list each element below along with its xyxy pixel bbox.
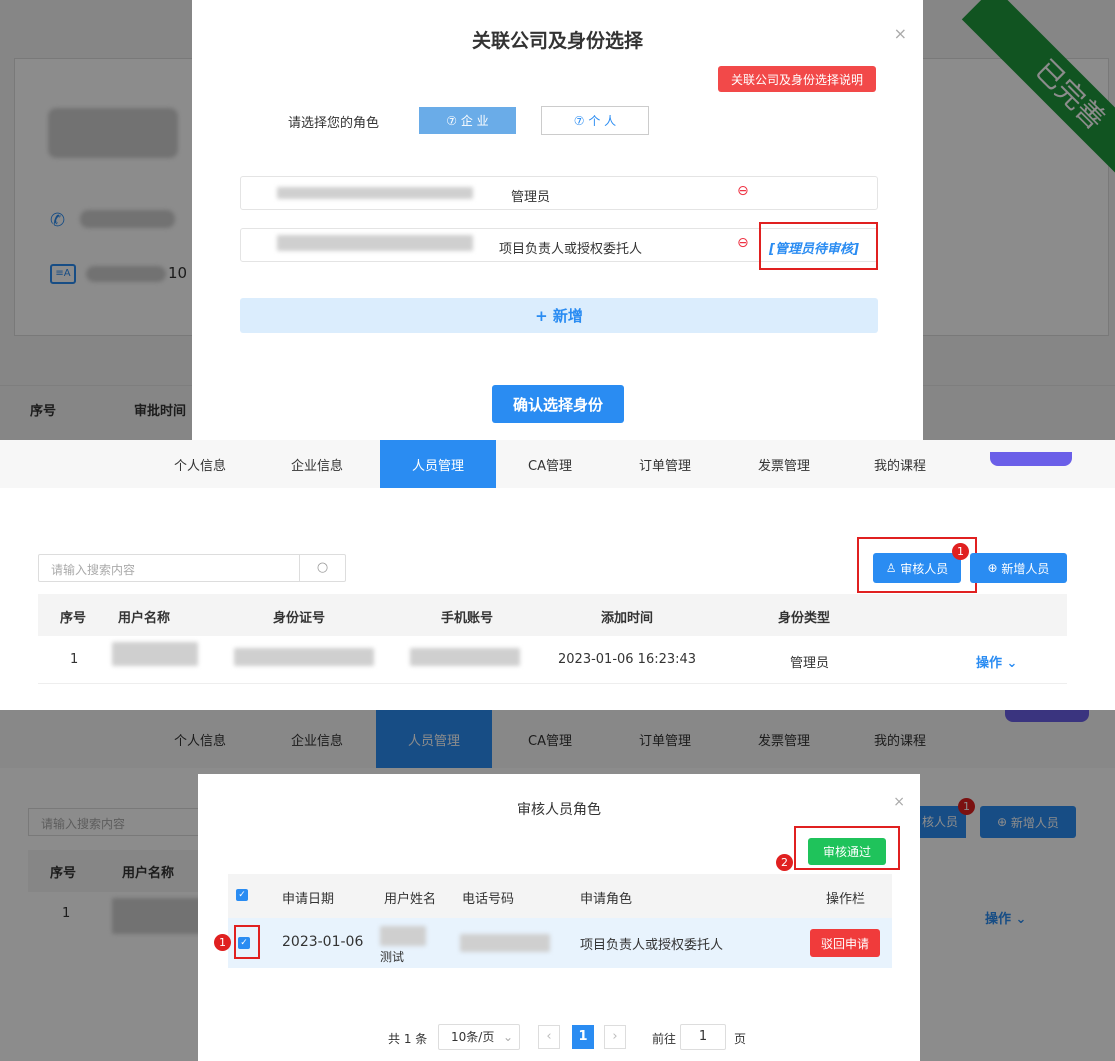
header-username: 用户名称 [118, 611, 171, 626]
panel-company-identity: ✆ ≡A 10 已完善 序号 审批时间 关联公司及身份选择 × 关联公司及身份选… [0, 0, 1115, 440]
header-phone: 手机账号 [441, 611, 494, 626]
highlight-box [234, 925, 260, 959]
highlight-box [759, 222, 878, 270]
row-action[interactable]: 操作 ⌄ [976, 652, 1017, 671]
pagination-total: 共 1 条 [388, 1032, 428, 1046]
header-apply-role: 申请角色 [580, 892, 633, 907]
tab-enterprise-info[interactable]: 企业信息 [262, 440, 372, 488]
tab-personal-info[interactable]: 个人信息 [150, 440, 250, 488]
page-number-button[interactable]: 1 [572, 1025, 594, 1049]
header-id-number: 身份证号 [273, 611, 326, 626]
goto-label: 前往 [652, 1032, 677, 1046]
header-user-name: 用户姓名 [384, 892, 437, 907]
table-header: 序号 用户名称 身份证号 手机账号 添加时间 身份类型 [38, 594, 1067, 636]
role-enterprise-button[interactable]: ⑦ 企 业 [419, 107, 516, 134]
role-personal-button[interactable]: ⑦ 个 人 [541, 106, 649, 135]
confirm-identity-button[interactable]: 确认选择身份 [492, 385, 624, 423]
page-size-select[interactable]: 10条/页 ⌄ [438, 1024, 520, 1050]
chevron-down-icon: ⌄ [502, 1030, 513, 1044]
blurred-user-name [380, 926, 426, 946]
header-add-time: 添加时间 [601, 611, 654, 626]
close-icon[interactable]: × [894, 24, 907, 43]
tab-ca-management[interactable]: CA管理 [505, 440, 595, 488]
search-icon[interactable]: ○ [299, 555, 345, 581]
panel-review-roles: 个人信息 企业信息 人员管理 CA管理 订单管理 发票管理 我的课程 请输入搜索… [0, 710, 1115, 1061]
row-apply-date: 2023-01-06 [282, 934, 364, 950]
page-unit-label: 页 [734, 1032, 747, 1046]
identity-role-2: 项目负责人或授权委托人 [499, 242, 643, 257]
blurred-phone [410, 648, 520, 666]
blurred-company-2 [277, 235, 473, 251]
reject-button[interactable]: 驳回申请 [810, 929, 880, 957]
review-roles-modal: 审核人员角色 × 审核通过 2 ✓ 申请日期 用户姓名 电话号码 申请角色 操作… [198, 774, 920, 1061]
search-box[interactable]: 请输入搜索内容 ○ [38, 554, 346, 582]
identity-role-1: 管理员 [511, 190, 551, 205]
tab-personnel-management[interactable]: 人员管理 [380, 440, 496, 488]
step-badge: 2 [776, 854, 793, 871]
close-icon[interactable]: × [893, 794, 905, 810]
select-all-checkbox[interactable]: ✓ [236, 889, 248, 901]
header-seq: 序号 [60, 611, 87, 626]
table-row: 1 2023-01-06 16:23:43 管理员 操作 ⌄ [38, 636, 1067, 684]
row-identity-type: 管理员 [790, 656, 830, 671]
modal-title: 审核人员角色 [517, 802, 601, 818]
row-add-time: 2023-01-06 16:23:43 [558, 652, 697, 667]
table-row: ✓ 2023-01-06 测试 项目负责人或授权委托人 驳回申请 [228, 918, 892, 968]
blurred-username [112, 642, 198, 666]
add-identity-button[interactable]: + 新增 [240, 298, 878, 333]
tab-invoice-management[interactable]: 发票管理 [734, 440, 834, 488]
step-badge: 1 [952, 543, 969, 560]
row-seq: 1 [70, 652, 79, 667]
header-apply-date: 申请日期 [282, 892, 335, 907]
remove-icon[interactable]: ⊖ [737, 235, 749, 251]
search-placeholder: 请输入搜索内容 [51, 563, 136, 577]
row-apply-role: 项目负责人或授权委托人 [580, 938, 724, 953]
blurred-phone [460, 934, 550, 952]
modal-table-header: ✓ 申请日期 用户姓名 电话号码 申请角色 操作栏 [228, 874, 892, 918]
next-page-button[interactable]: › [604, 1025, 626, 1049]
panel-personnel-management: 个人信息 企业信息 人员管理 CA管理 订单管理 发票管理 我的课程 请输入搜索… [0, 440, 1115, 710]
role-label: 请选择您的角色 [288, 116, 380, 131]
row-user-name-fragment: 测试 [380, 950, 405, 964]
help-button[interactable]: 关联公司及身份选择说明 [718, 66, 876, 92]
remove-icon[interactable]: ⊖ [737, 183, 749, 199]
prev-page-button[interactable]: ‹ [538, 1025, 560, 1049]
header-phone: 电话号码 [462, 892, 515, 907]
goto-input[interactable]: 1 [680, 1024, 726, 1050]
add-person-button[interactable]: ⊕ 新增人员 [970, 553, 1067, 583]
header-identity-type: 身份类型 [778, 611, 831, 626]
modal-title: 关联公司及身份选择 [471, 30, 643, 52]
add-person-label: 新增人员 [1001, 561, 1050, 576]
tab-order-management[interactable]: 订单管理 [615, 440, 715, 488]
pagination: 共 1 条 10条/页 ⌄ ‹ 1 › 前往 1 页 [198, 1024, 920, 1052]
highlight-box [794, 826, 900, 870]
identity-row-1[interactable]: 管理员 ⊖ [240, 176, 878, 210]
tab-my-courses[interactable]: 我的课程 [850, 440, 950, 488]
blurred-id-number [234, 648, 374, 666]
blurred-company-1 [277, 187, 473, 199]
plus-circle-icon: ⊕ [987, 561, 1002, 575]
header-actions: 操作栏 [826, 892, 866, 907]
identity-modal: 关联公司及身份选择 × 关联公司及身份选择说明 请选择您的角色 ⑦ 企 业 ⑦ … [192, 0, 923, 440]
step-badge: 1 [214, 934, 231, 951]
